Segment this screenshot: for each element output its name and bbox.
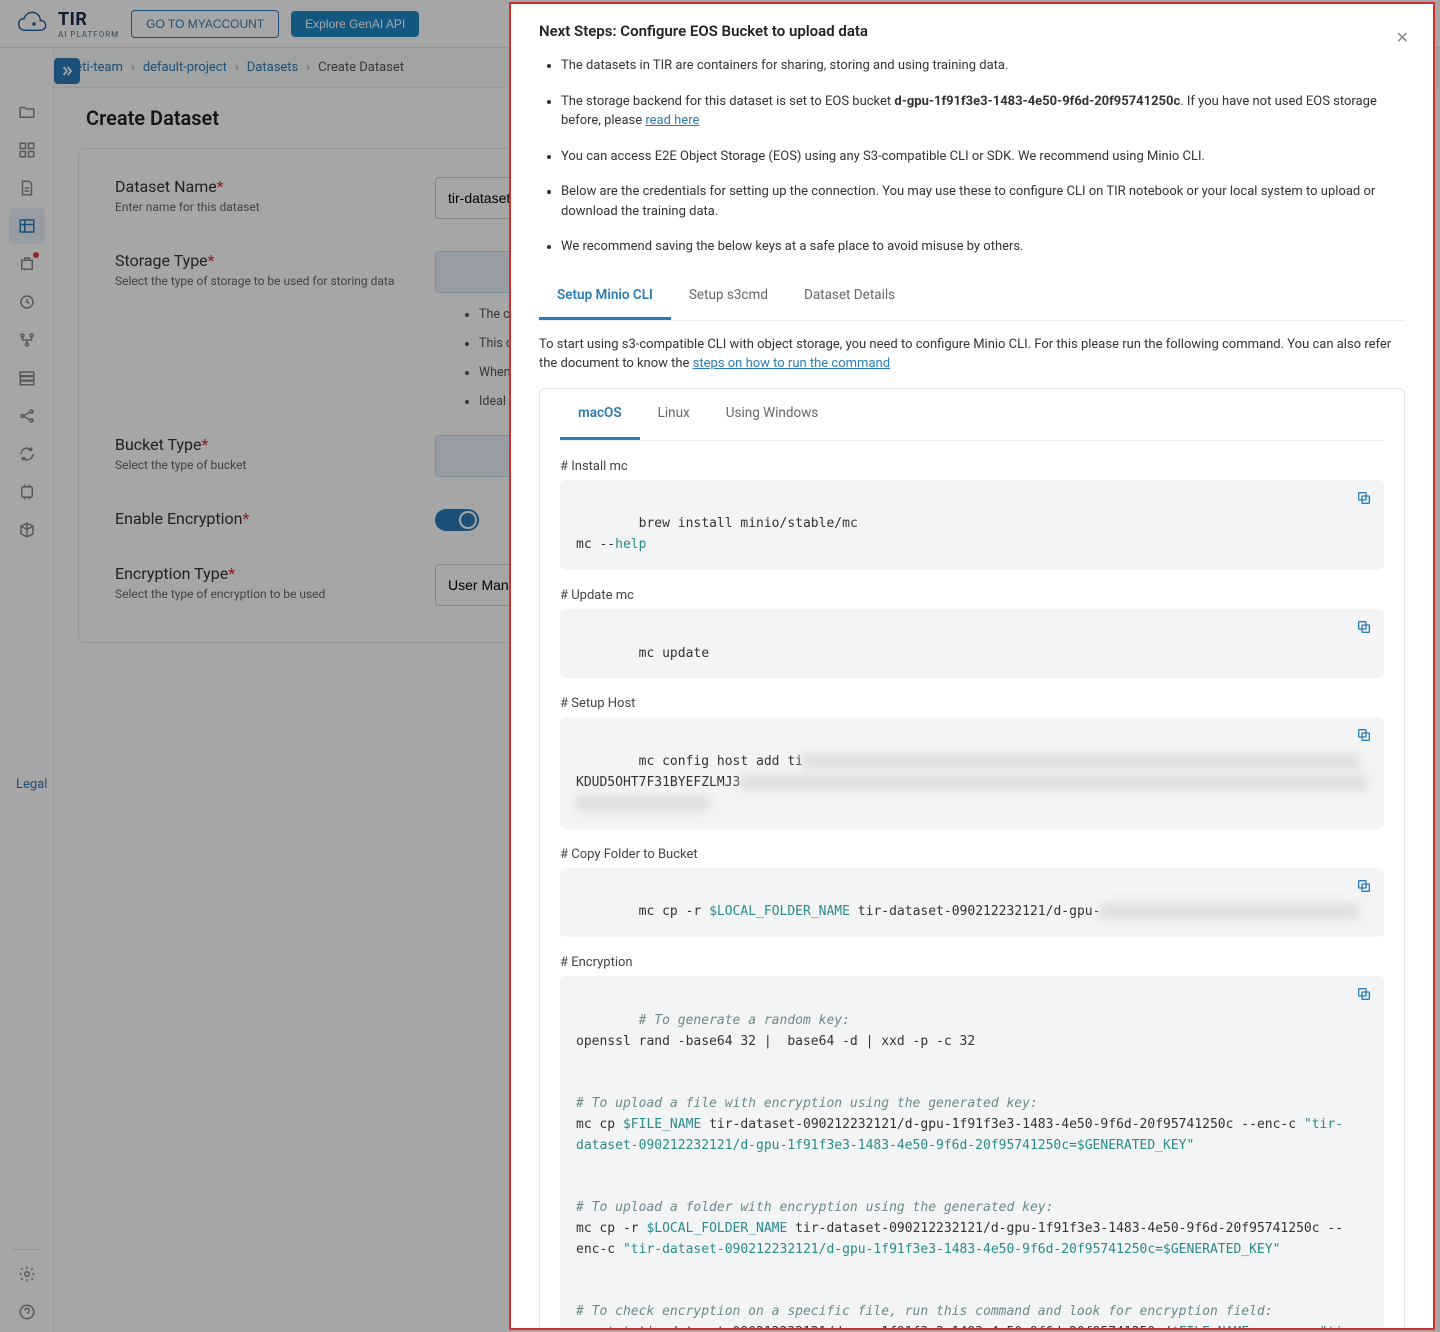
copy-icon[interactable] bbox=[1356, 986, 1372, 1010]
cli-instructions-card: macOS Linux Using Windows # Install mc b… bbox=[539, 388, 1405, 1331]
copy-icon[interactable] bbox=[1356, 878, 1372, 902]
install-label: # Install mc bbox=[560, 459, 1384, 474]
host-code: mc config host add tixxxxxxxxxxxxxxxxxxx… bbox=[560, 717, 1384, 828]
steps-link[interactable]: steps on how to run the command bbox=[693, 356, 890, 371]
copy-icon[interactable] bbox=[1356, 490, 1372, 514]
copy-icon[interactable] bbox=[1356, 727, 1372, 751]
os-tabs: macOS Linux Using Windows bbox=[560, 389, 1384, 441]
update-code: mc update bbox=[560, 609, 1384, 679]
host-label: # Setup Host bbox=[560, 696, 1384, 711]
list-item: The storage backend for this dataset is … bbox=[561, 92, 1405, 131]
tab-s3cmd[interactable]: Setup s3cmd bbox=[671, 273, 786, 320]
list-item: You can access E2E Object Storage (EOS) … bbox=[561, 147, 1405, 167]
close-icon[interactable]: ✕ bbox=[1396, 28, 1409, 47]
list-item: We recommend saving the below keys at a … bbox=[561, 237, 1405, 257]
update-label: # Update mc bbox=[560, 588, 1384, 603]
encryption-label: # Encryption bbox=[560, 955, 1384, 970]
setup-tabs: Setup Minio CLI Setup s3cmd Dataset Deta… bbox=[539, 273, 1405, 321]
tab-linux[interactable]: Linux bbox=[640, 389, 708, 440]
read-here-link[interactable]: read here bbox=[645, 113, 699, 128]
modal-info-list: The datasets in TIR are containers for s… bbox=[539, 56, 1405, 257]
tab-details[interactable]: Dataset Details bbox=[786, 273, 913, 320]
list-item: The datasets in TIR are containers for s… bbox=[561, 56, 1405, 76]
tab-windows[interactable]: Using Windows bbox=[708, 389, 837, 440]
copy-icon[interactable] bbox=[1356, 619, 1372, 643]
copy-code: mc cp -r $LOCAL_FOLDER_NAME tir-dataset-… bbox=[560, 868, 1384, 938]
tab-description: To start using s3-compatible CLI with ob… bbox=[539, 335, 1405, 374]
configure-eos-modal: ✕ Next Steps: Configure EOS Bucket to up… bbox=[509, 2, 1435, 1330]
tab-minio[interactable]: Setup Minio CLI bbox=[539, 273, 671, 320]
list-item: Below are the credentials for setting up… bbox=[561, 182, 1405, 221]
tab-macos[interactable]: macOS bbox=[560, 389, 640, 440]
install-code: brew install minio/stable/mc mc --help bbox=[560, 480, 1384, 570]
copy-label: # Copy Folder to Bucket bbox=[560, 847, 1384, 862]
encryption-code: # To generate a random key: openssl rand… bbox=[560, 976, 1384, 1330]
modal-title: Next Steps: Configure EOS Bucket to uplo… bbox=[539, 22, 1405, 40]
